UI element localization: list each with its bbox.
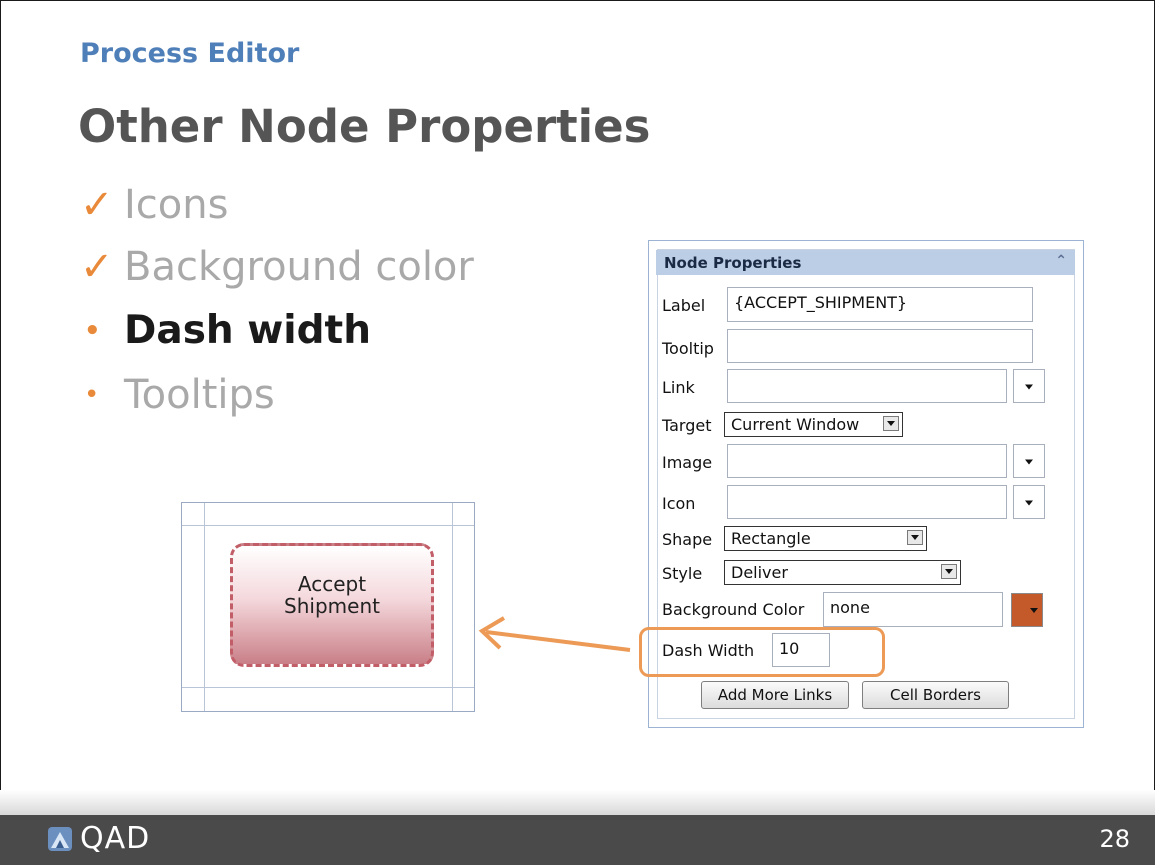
bullet-text: Icons xyxy=(124,182,229,228)
target-field-label: Target xyxy=(662,416,712,435)
slide-kicker: Process Editor xyxy=(80,38,300,69)
label-input[interactable]: {ACCEPT_SHIPMENT} xyxy=(727,287,1033,322)
tooltip-input[interactable] xyxy=(727,329,1033,363)
icon-dropdown-button[interactable] xyxy=(1013,485,1045,519)
link-input[interactable] xyxy=(727,369,1007,403)
callout-arrow-icon xyxy=(478,616,631,652)
background-color-field-label: Background Color xyxy=(662,600,805,619)
brand-name: QAD xyxy=(80,821,151,856)
target-select[interactable]: Current Window xyxy=(724,412,903,437)
chevron-down-icon xyxy=(1025,384,1033,390)
target-value: Current Window xyxy=(731,415,860,434)
bullet-text: Dash width xyxy=(124,308,371,353)
background-color-input[interactable]: none xyxy=(823,592,1003,627)
grid-line xyxy=(182,525,474,526)
footer-bar xyxy=(0,815,1155,865)
collapse-icon[interactable]: ⌃ xyxy=(1055,253,1067,269)
chevron-down-icon xyxy=(1025,459,1033,465)
bullet-dot-icon: • xyxy=(84,380,100,410)
shape-select[interactable]: Rectangle xyxy=(724,526,927,551)
link-dropdown-button[interactable] xyxy=(1013,369,1045,403)
icon-input[interactable] xyxy=(727,485,1007,519)
image-input[interactable] xyxy=(727,444,1007,478)
chevron-down-icon xyxy=(1025,500,1033,506)
slide-title: Other Node Properties xyxy=(78,100,651,153)
bullet-text: Background color xyxy=(124,244,474,290)
chevron-down-icon[interactable] xyxy=(941,564,957,579)
panel-header[interactable]: Node Properties ⌃ xyxy=(656,250,1075,275)
process-node-accept-shipment[interactable]: Accept Shipment xyxy=(230,543,434,667)
style-value: Deliver xyxy=(731,563,788,582)
bullet-icons: ✓ Icons xyxy=(80,182,228,228)
image-field-label: Image xyxy=(662,453,713,472)
bullet-dot-icon: • xyxy=(84,315,101,346)
node-label: Accept Shipment xyxy=(284,572,380,618)
color-swatch-button[interactable] xyxy=(1011,593,1043,627)
checkmark-icon: ✓ xyxy=(80,182,114,228)
bullet-background-color: ✓ Background color xyxy=(80,244,474,290)
node-preview-canvas: Accept Shipment xyxy=(181,502,475,712)
chevron-down-icon[interactable] xyxy=(883,416,899,431)
cell-borders-button[interactable]: Cell Borders xyxy=(862,681,1009,709)
dash-width-field-label: Dash Width xyxy=(662,641,755,660)
link-field-label: Link xyxy=(662,378,695,397)
add-more-links-button[interactable]: Add More Links xyxy=(701,681,849,709)
tooltip-field-label: Tooltip xyxy=(662,339,714,358)
grid-line xyxy=(204,503,205,711)
bullet-dash-width: • Dash width xyxy=(80,308,371,353)
page-number: 28 xyxy=(1099,825,1130,853)
style-field-label: Style xyxy=(662,564,703,583)
chevron-down-icon xyxy=(1030,608,1038,613)
chevron-down-icon[interactable] xyxy=(907,530,923,545)
bullet-tooltips: • Tooltips xyxy=(80,372,275,418)
shape-field-label: Shape xyxy=(662,530,713,549)
bullet-text: Tooltips xyxy=(124,372,275,418)
icon-field-label: Icon xyxy=(662,494,696,513)
grid-line xyxy=(452,503,453,711)
label-field-label: Label xyxy=(662,296,706,315)
image-dropdown-button[interactable] xyxy=(1013,444,1045,478)
footer-shadow xyxy=(0,790,1155,815)
panel-title: Node Properties xyxy=(664,254,802,272)
qad-logo-icon xyxy=(48,827,72,851)
style-select[interactable]: Deliver xyxy=(724,560,961,585)
dash-width-input[interactable]: 10 xyxy=(772,633,830,667)
grid-line xyxy=(182,687,474,688)
checkmark-icon: ✓ xyxy=(80,244,114,290)
shape-value: Rectangle xyxy=(731,529,811,548)
